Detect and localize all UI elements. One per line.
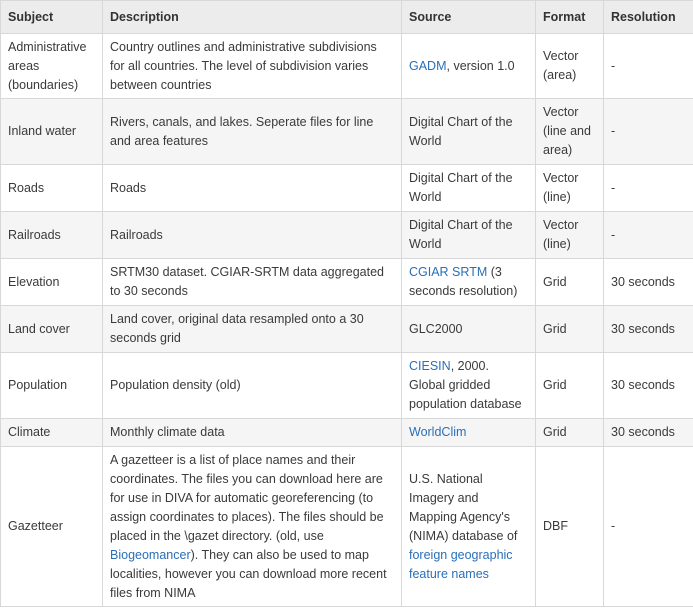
foreign-geographic-feature-names-link[interactable]: foreign geographic feature names bbox=[409, 548, 513, 581]
table-row: Population Population density (old) CIES… bbox=[0, 352, 693, 419]
cell-format: Vector (line) bbox=[535, 164, 604, 212]
cell-description: Monthly climate data bbox=[102, 418, 402, 447]
cell-resolution: - bbox=[603, 211, 693, 259]
cell-subject: Roads bbox=[0, 164, 103, 212]
cell-resolution: - bbox=[603, 33, 693, 99]
cell-resolution: 30 seconds bbox=[603, 352, 693, 419]
cell-subject: Railroads bbox=[0, 211, 103, 259]
cell-resolution: 30 seconds bbox=[603, 305, 693, 353]
table-row: Climate Monthly climate data WorldClim G… bbox=[0, 418, 693, 447]
cell-format: Vector (line and area) bbox=[535, 98, 604, 165]
cell-source: U.S. National Imagery and Mapping Agency… bbox=[401, 446, 536, 607]
table-row: Land cover Land cover, original data res… bbox=[0, 305, 693, 353]
table-row: Railroads Railroads Digital Chart of the… bbox=[0, 211, 693, 259]
cell-subject: Gazetteer bbox=[0, 446, 103, 607]
header-source: Source bbox=[401, 0, 536, 34]
cell-subject: Climate bbox=[0, 418, 103, 447]
cell-source: GADM, version 1.0 bbox=[401, 33, 536, 99]
header-format: Format bbox=[535, 0, 604, 34]
description-text: A gazetteer is a list of place names and… bbox=[110, 452, 384, 543]
cell-format: Grid bbox=[535, 258, 604, 306]
cell-format: Vector (line) bbox=[535, 211, 604, 259]
cell-description: Population density (old) bbox=[102, 352, 402, 419]
cell-format: Grid bbox=[535, 305, 604, 353]
cell-resolution: - bbox=[603, 446, 693, 607]
cell-description: Roads bbox=[102, 164, 402, 212]
gadm-link[interactable]: GADM bbox=[409, 59, 447, 73]
cell-format: DBF bbox=[535, 446, 604, 607]
cell-resolution: 30 seconds bbox=[603, 258, 693, 306]
cell-description: SRTM30 dataset. CGIAR-SRTM data aggregat… bbox=[102, 258, 402, 306]
source-text: U.S. National Imagery and Mapping Agency… bbox=[409, 471, 518, 543]
cell-subject: Population bbox=[0, 352, 103, 419]
cell-resolution: - bbox=[603, 164, 693, 212]
biogeomancer-link[interactable]: Biogeomancer bbox=[110, 548, 191, 562]
cell-subject: Elevation bbox=[0, 258, 103, 306]
cell-source: GLC2000 bbox=[401, 305, 536, 353]
cell-format: Grid bbox=[535, 352, 604, 419]
cell-resolution: - bbox=[603, 98, 693, 165]
cell-source: Digital Chart of the World bbox=[401, 98, 536, 165]
table-row: Administrative areas (boundaries) Countr… bbox=[0, 33, 693, 99]
cell-subject: Inland water bbox=[0, 98, 103, 165]
cell-resolution: 30 seconds bbox=[603, 418, 693, 447]
cell-subject: Land cover bbox=[0, 305, 103, 353]
cgiar-srtm-link[interactable]: CGIAR SRTM bbox=[409, 265, 487, 279]
table-row: Elevation SRTM30 dataset. CGIAR-SRTM dat… bbox=[0, 258, 693, 306]
cell-description: A gazetteer is a list of place names and… bbox=[102, 446, 402, 607]
ciesin-link[interactable]: CIESIN bbox=[409, 359, 451, 373]
header-row: Subject Description Source Format Resolu… bbox=[0, 0, 693, 34]
cell-source: WorldClim bbox=[401, 418, 536, 447]
cell-subject: Administrative areas (boundaries) bbox=[0, 33, 103, 99]
cell-format: Vector (area) bbox=[535, 33, 604, 99]
header-subject: Subject bbox=[0, 0, 103, 34]
worldclim-link[interactable]: WorldClim bbox=[409, 425, 466, 439]
cell-description: Land cover, original data resampled onto… bbox=[102, 305, 402, 353]
cell-source: CIESIN, 2000. Global gridded population … bbox=[401, 352, 536, 419]
cell-source: CGIAR SRTM (3 seconds resolution) bbox=[401, 258, 536, 306]
cell-description: Rivers, canals, and lakes. Seperate file… bbox=[102, 98, 402, 165]
cell-description: Country outlines and administrative subd… bbox=[102, 33, 402, 99]
cell-source: Digital Chart of the World bbox=[401, 211, 536, 259]
table-row: Inland water Rivers, canals, and lakes. … bbox=[0, 98, 693, 165]
cell-description: Railroads bbox=[102, 211, 402, 259]
cell-source: Digital Chart of the World bbox=[401, 164, 536, 212]
table-row: Gazetteer A gazetteer is a list of place… bbox=[0, 446, 693, 607]
cell-format: Grid bbox=[535, 418, 604, 447]
header-resolution: Resolution bbox=[603, 0, 693, 34]
table-row: Roads Roads Digital Chart of the World V… bbox=[0, 164, 693, 212]
header-description: Description bbox=[102, 0, 402, 34]
source-text: , version 1.0 bbox=[446, 58, 515, 73]
data-sources-table: Subject Description Source Format Resolu… bbox=[0, 0, 693, 607]
